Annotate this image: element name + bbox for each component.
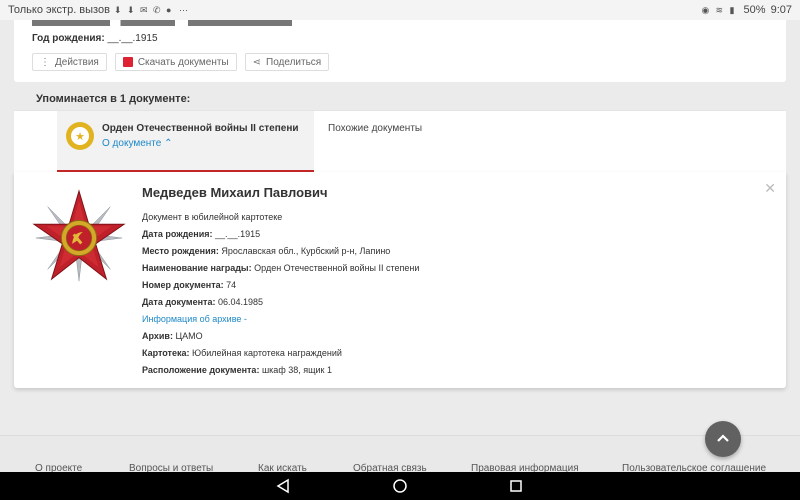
medal-icon: ★ [66, 122, 94, 150]
birthplace-row: Место рождения: Ярославская обл., Курбск… [142, 243, 419, 260]
site-footer: О проекте Вопросы и ответы Как искать Об… [0, 435, 800, 474]
battery-icon: ▮ [729, 4, 735, 15]
about-document-label: О документе [102, 138, 162, 149]
location-value: шкаф 38, ящик 1 [261, 365, 332, 375]
doc-date-value: 06.04.1985 [217, 297, 264, 307]
tab-award-document[interactable]: ★ Орден Отечественной войны II степени О… [57, 111, 314, 172]
battery-percent: 50% [743, 4, 766, 16]
document-detail-panel: ✕ Медведев Михаил Павлович Документ в юб… [14, 172, 786, 388]
cardfile-label: Картотека: [142, 348, 190, 358]
location-row: Расположение документа: шкаф 38, ящик 1 [142, 362, 419, 379]
birth-year-line: Год рождения: __.__.1915 [32, 33, 158, 44]
download-documents-button[interactable]: Скачать документы [114, 53, 237, 71]
award-row: Наименование награды: Орден Отечественно… [142, 260, 419, 277]
clock: 9:07 [770, 4, 792, 16]
cardfile-value: Юбилейная картотека награждений [192, 348, 342, 358]
share-button[interactable]: ⋖ Поделиться [244, 53, 330, 71]
actions-button[interactable]: ⋮ Действия [32, 53, 107, 71]
order-patriotic-war-image [32, 189, 126, 282]
share-icon: ⋖ [252, 56, 261, 68]
birthplace-label: Место рождения: [142, 246, 219, 256]
documents-tabs: ★ Орден Отечественной войны II степени О… [14, 110, 786, 172]
doc-date-label: Дата документа: [142, 297, 216, 307]
close-icon[interactable]: ✕ [764, 180, 776, 197]
birth-year-label: Год рождения: [32, 33, 105, 44]
chevron-up-icon: ⌃ [164, 138, 173, 149]
doc-type-row: Документ в юбилейной картотеке [142, 209, 419, 226]
tab-similar-documents[interactable]: Похожие документы [328, 123, 422, 134]
back-triangle-icon[interactable] [276, 478, 290, 499]
archive-row: Архив: ЦАМО [142, 328, 419, 345]
doc-number-value: 74 [226, 280, 237, 290]
archive-value: ЦАМО [175, 331, 203, 341]
about-document-link[interactable]: О документе ⌃ [102, 138, 173, 149]
doc-type: Документ в юбилейной картотеке [142, 212, 283, 222]
award-label: Наименование награды: [142, 263, 252, 273]
award-value: Орден Отечественной войны II степени [254, 263, 420, 273]
wifi-icon: ≋ [715, 4, 724, 15]
document-fields: Документ в юбилейной картотеке Дата рожд… [142, 209, 419, 379]
birth-year-value: __.__.1915 [107, 33, 158, 44]
cardfile-row: Картотека: Юбилейная картотека награжден… [142, 345, 419, 362]
archive-info-row: Информация об архиве - [142, 311, 419, 328]
scroll-to-top-button[interactable] [705, 421, 741, 457]
archive-label: Архив: [142, 331, 173, 341]
more-vertical-icon: ⋮ [40, 56, 50, 68]
doc-number-row: Номер документа: 74 [142, 277, 419, 294]
pdf-icon [122, 57, 133, 67]
person-heading-cropped [32, 8, 292, 26]
birth-date-row: Дата рождения: __.__.1915 [142, 226, 419, 243]
system-navigation-bar [0, 472, 800, 500]
share-button-label: Поделиться [266, 56, 322, 68]
chevron-up-icon [716, 430, 730, 448]
person-name: Медведев Михаил Павлович [142, 185, 328, 200]
eye-icon: ◉ [701, 4, 710, 15]
doc-date-row: Дата документа: 06.04.1985 [142, 294, 419, 311]
actions-button-label: Действия [55, 56, 99, 68]
actions-bar: ⋮ Действия Скачать документы ⋖ Поделитьс… [32, 53, 330, 71]
home-circle-icon[interactable] [392, 478, 408, 499]
birth-date-value: __.__.1915 [215, 229, 261, 239]
birthplace-value: Ярославская обл., Курбский р-н, Лапино [221, 246, 391, 256]
location-label: Расположение документа: [142, 365, 260, 375]
archive-info-link[interactable]: Информация об архиве - [142, 314, 247, 324]
download-documents-label: Скачать документы [137, 56, 229, 68]
recents-square-icon[interactable] [509, 478, 523, 499]
mentions-title: Упоминается в 1 документе: [36, 93, 191, 105]
person-header-card: Год рождения: __.__.1915 ⋮ Действия Скач… [14, 20, 786, 82]
doc-number-label: Номер документа: [142, 280, 224, 290]
birth-date-label: Дата рождения: [142, 229, 213, 239]
tab-award-title: Орден Отечественной войны II степени [102, 123, 299, 134]
